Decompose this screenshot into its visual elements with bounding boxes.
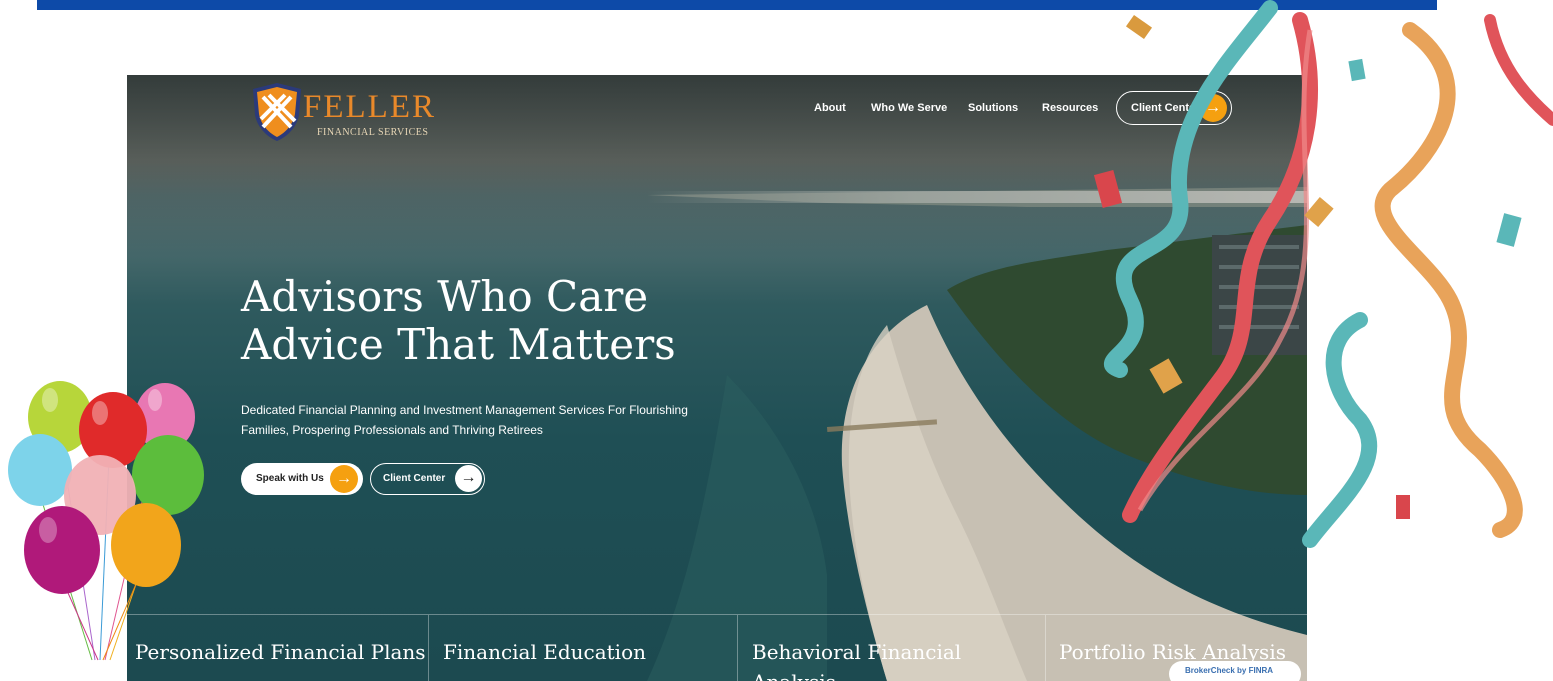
brokercheck-badge[interactable]: BrokerCheck by FINRA <box>1169 661 1301 681</box>
subtitle-line-2: Families, Prospering Professionals and T… <box>241 423 543 437</box>
headline-line-2: Advice That Matters <box>241 320 676 369</box>
services-row: Personalized Financial Plans Financial E… <box>127 614 1307 681</box>
brokercheck-label: BrokerCheck by FINRA <box>1185 666 1274 675</box>
confetti-streamers-decoration <box>1093 0 1553 548</box>
service-label: Behavioral Financial Analysis <box>752 640 962 681</box>
client-center-label: Client Center <box>383 473 446 484</box>
brand-subtitle: FINANCIAL SERVICES <box>317 127 429 138</box>
service-label: Financial Education <box>443 640 646 664</box>
headline-line-1: Advisors Who Care <box>241 272 649 321</box>
balloons-decoration <box>8 381 204 661</box>
client-center-button[interactable]: Client Center → <box>370 463 485 495</box>
nav-solutions[interactable]: Solutions <box>968 102 1018 114</box>
arrow-right-icon: → <box>330 465 358 493</box>
brand-name: FELLER <box>303 89 436 125</box>
service-behavioral-analysis[interactable]: Behavioral Financial Analysis <box>738 615 1046 681</box>
nav-about[interactable]: About <box>814 102 846 114</box>
hero-subtitle: Dedicated Financial Planning and Investm… <box>241 400 741 440</box>
subtitle-line-1: Dedicated Financial Planning and Investm… <box>241 403 688 417</box>
shield-logo-icon <box>253 83 301 141</box>
hero-headline: Advisors Who Care Advice That Matters <box>241 273 761 369</box>
nav-who-we-serve[interactable]: Who We Serve <box>871 102 947 114</box>
arrow-right-icon: → <box>455 465 482 492</box>
service-financial-education[interactable]: Financial Education <box>429 615 738 681</box>
feller-logo[interactable]: FELLER FINANCIAL SERVICES <box>247 81 447 143</box>
speak-with-us-button[interactable]: Speak with Us → <box>241 463 363 495</box>
speak-with-us-label: Speak with Us <box>256 473 324 484</box>
